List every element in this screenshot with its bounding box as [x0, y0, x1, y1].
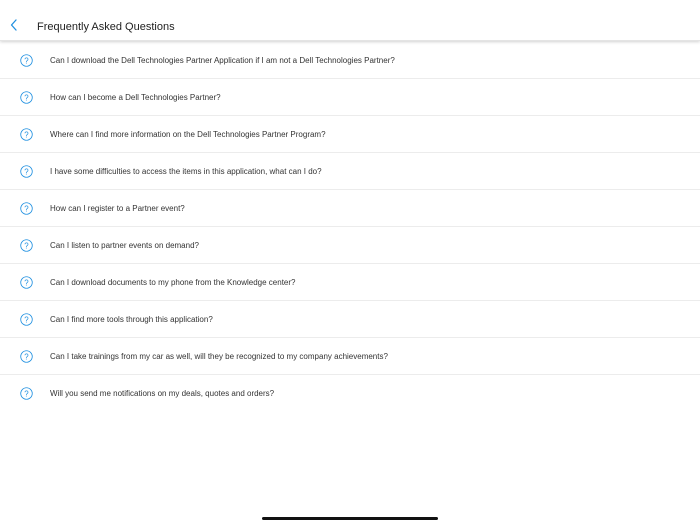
back-button[interactable] — [6, 17, 22, 33]
faq-item[interactable]: ? Can I take trainings from my car as we… — [0, 338, 700, 375]
question-circle-icon: ? — [20, 165, 33, 178]
question-circle-icon: ? — [20, 350, 33, 363]
home-indicator[interactable] — [262, 517, 438, 520]
faq-item[interactable]: ? Can I download documents to my phone f… — [0, 264, 700, 301]
faq-item[interactable]: ? How can I register to a Partner event? — [0, 190, 700, 227]
faq-question: Can I download the Dell Technologies Par… — [50, 56, 395, 65]
svg-text:?: ? — [24, 315, 29, 324]
page-title: Frequently Asked Questions — [37, 21, 175, 33]
faq-item[interactable]: ? Can I listen to partner events on dema… — [0, 227, 700, 264]
question-circle-icon: ? — [20, 54, 33, 67]
question-circle-icon: ? — [20, 202, 33, 215]
svg-text:?: ? — [24, 278, 29, 287]
chevron-left-icon — [10, 19, 17, 31]
faq-list: ? Can I download the Dell Technologies P… — [0, 42, 700, 412]
question-circle-icon: ? — [20, 91, 33, 104]
svg-text:?: ? — [24, 389, 29, 398]
faq-question: Can I download documents to my phone fro… — [50, 278, 296, 287]
question-circle-icon: ? — [20, 128, 33, 141]
faq-question: Where can I find more information on the… — [50, 130, 326, 139]
faq-question: Can I take trainings from my car as well… — [50, 352, 388, 361]
faq-item[interactable]: ? Where can I find more information on t… — [0, 116, 700, 153]
svg-text:?: ? — [24, 352, 29, 361]
faq-item[interactable]: ? Can I find more tools through this app… — [0, 301, 700, 338]
faq-question: Will you send me notifications on my dea… — [50, 389, 275, 398]
question-circle-icon: ? — [20, 276, 33, 289]
faq-question: Can I find more tools through this appli… — [50, 315, 213, 324]
faq-question: I have some difficulties to access the i… — [50, 167, 322, 176]
faq-item[interactable]: ? Can I download the Dell Technologies P… — [0, 42, 700, 79]
svg-text:?: ? — [24, 130, 29, 139]
svg-text:?: ? — [24, 241, 29, 250]
svg-text:?: ? — [24, 204, 29, 213]
question-circle-icon: ? — [20, 239, 33, 252]
svg-text:?: ? — [24, 56, 29, 65]
faq-question: How can I register to a Partner event? — [50, 204, 185, 213]
question-circle-icon: ? — [20, 313, 33, 326]
faq-item[interactable]: ? How can I become a Dell Technologies P… — [0, 79, 700, 116]
svg-text:?: ? — [24, 93, 29, 102]
app-header: Frequently Asked Questions — [0, 0, 700, 41]
faq-item[interactable]: ? Will you send me notifications on my d… — [0, 375, 700, 412]
faq-question: Can I listen to partner events on demand… — [50, 241, 199, 250]
faq-item[interactable]: ? I have some difficulties to access the… — [0, 153, 700, 190]
svg-text:?: ? — [24, 167, 29, 176]
question-circle-icon: ? — [20, 387, 33, 400]
faq-question: How can I become a Dell Technologies Par… — [50, 93, 221, 102]
